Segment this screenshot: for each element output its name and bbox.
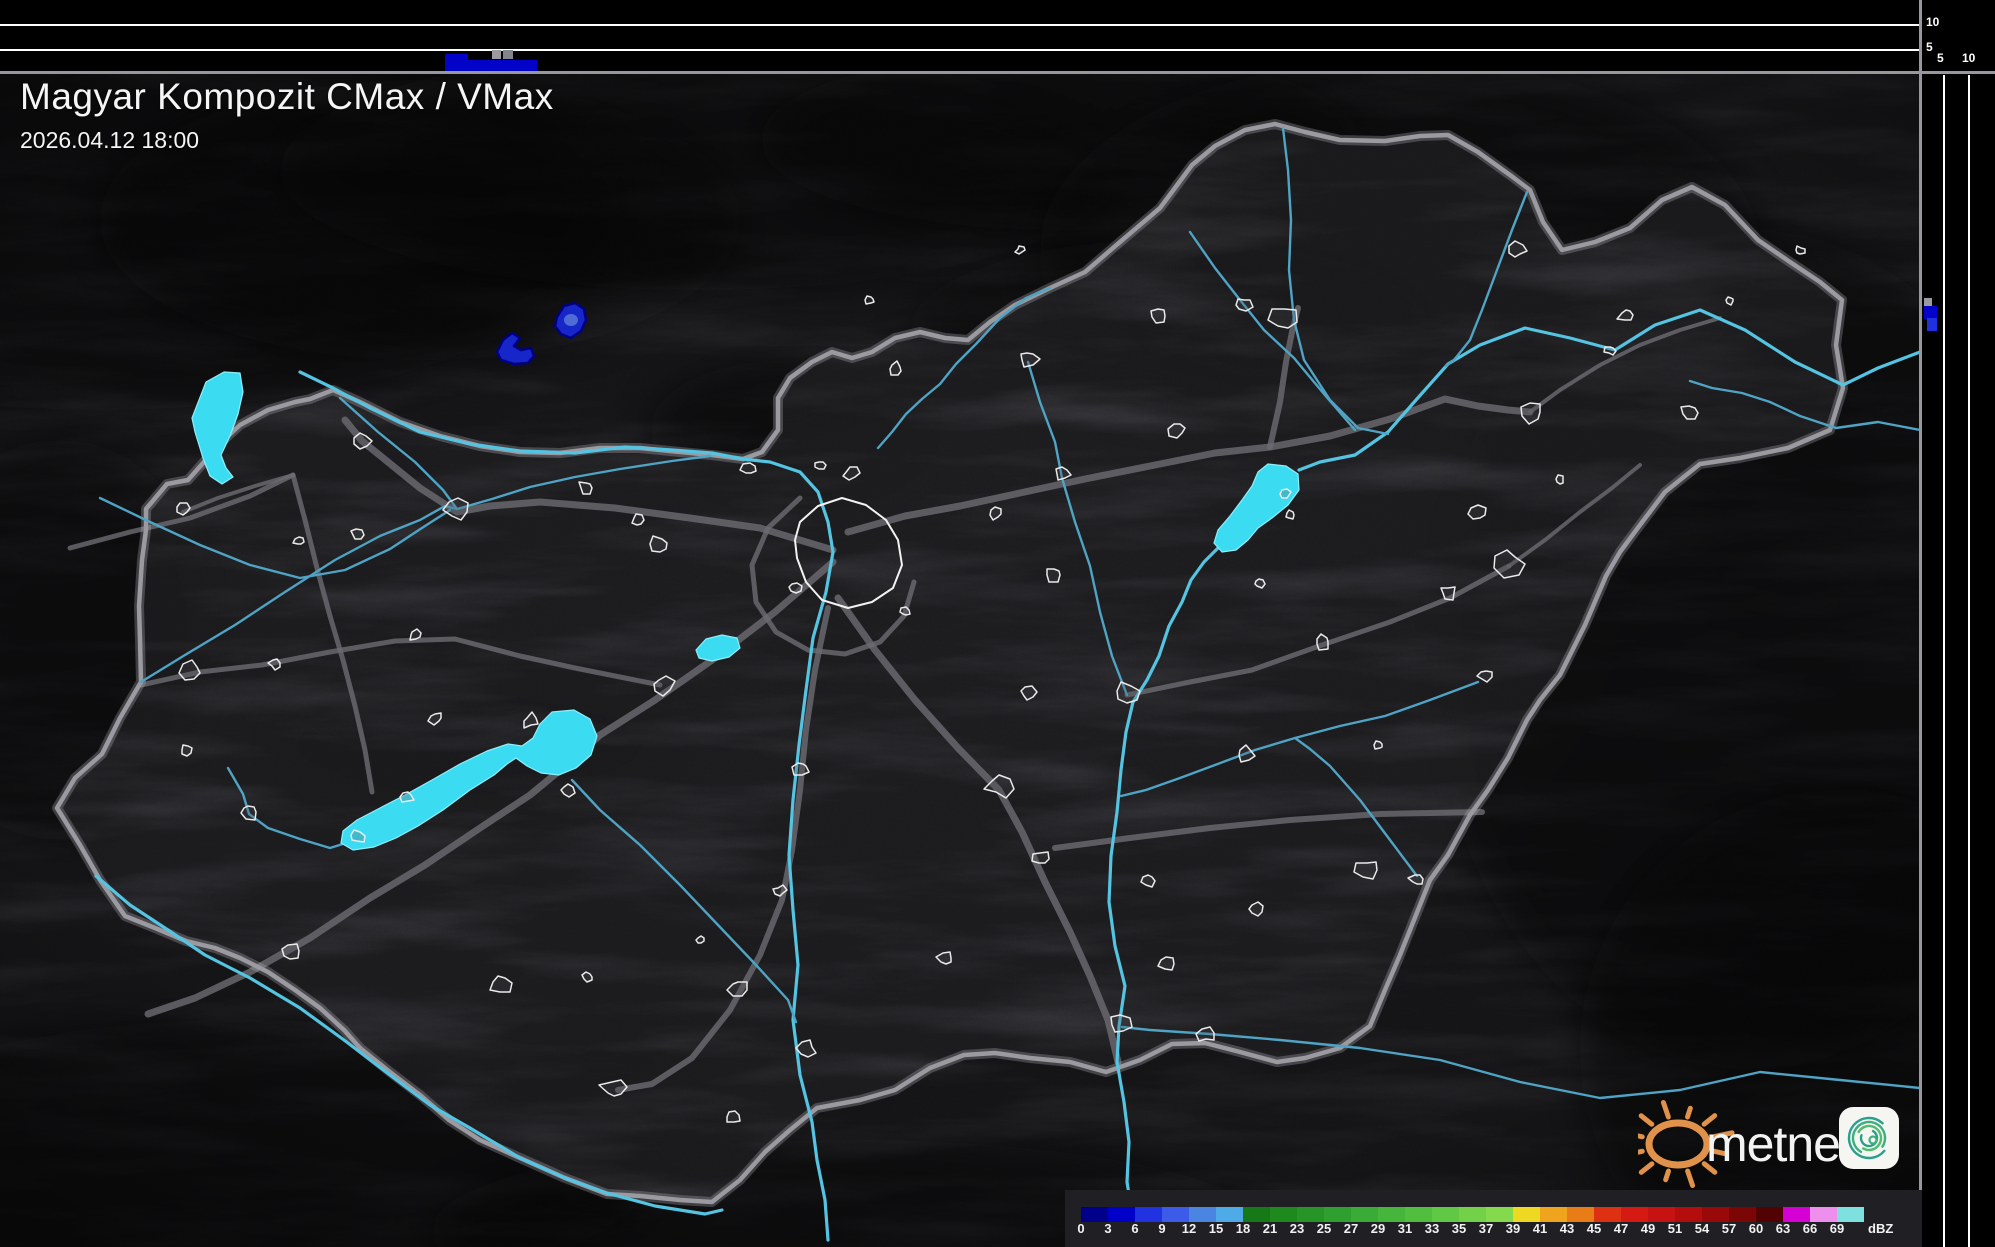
settlement-outline — [740, 463, 756, 473]
colorbar-cell — [1783, 1207, 1810, 1222]
colorbar-cell — [1162, 1207, 1189, 1222]
settlement-outline — [815, 462, 826, 469]
colorbar-tick-label: 54 — [1695, 1221, 1709, 1236]
colorbar-cell — [1189, 1207, 1216, 1222]
colorbar-tick-label: 12 — [1182, 1221, 1196, 1236]
top-axis-gridline — [0, 24, 1920, 26]
colorbar-tick-label: 15 — [1209, 1221, 1223, 1236]
colorbar-tick-label: 49 — [1641, 1221, 1655, 1236]
top-profile-strip — [0, 0, 1920, 72]
settlement-outline — [1047, 569, 1060, 582]
right-strip-echo — [1924, 298, 1932, 306]
colorbar-cell — [1432, 1207, 1459, 1222]
colorbar-tick-label: 69 — [1830, 1221, 1844, 1236]
settlement-outline — [1286, 510, 1294, 519]
title-block: Magyar Kompozit CMax / VMax 2026.04.12 1… — [20, 76, 554, 154]
logo-wordmark: metnet — [1706, 1116, 1854, 1172]
colorbar-tick-label: 27 — [1344, 1221, 1358, 1236]
right-axis-tick-label: 10 — [1962, 52, 1975, 64]
colorbar-cell — [1297, 1207, 1324, 1222]
colorbar-cell — [1216, 1207, 1243, 1222]
colorbar-cell — [1243, 1207, 1270, 1222]
top-strip-echo — [492, 50, 501, 59]
colorbar-cell — [1810, 1207, 1837, 1222]
metnet-logo: metnet — [1638, 1098, 1938, 1190]
colorbar-tick-label: 37 — [1479, 1221, 1493, 1236]
settlement-outline — [789, 583, 802, 593]
colorbar-tick-label: 47 — [1614, 1221, 1628, 1236]
timestamp: 2026.04.12 18:00 — [20, 127, 554, 154]
colorbar-tick-label: 60 — [1749, 1221, 1763, 1236]
vertical-divider — [1919, 0, 1922, 1247]
settlement-outline — [1556, 475, 1563, 484]
colorbar-tick-label: 18 — [1236, 1221, 1250, 1236]
right-strip-echo — [1927, 318, 1937, 331]
colorbar-cell — [1405, 1207, 1432, 1222]
colorbar-tick-label: 41 — [1533, 1221, 1547, 1236]
axis-corner — [1920, 0, 1995, 72]
colorbar-cell — [1513, 1207, 1540, 1222]
top-strip-echo — [445, 54, 468, 71]
colorbar-cell — [1702, 1207, 1729, 1222]
colorbar-tick-label: 3 — [1104, 1221, 1111, 1236]
colorbar-tick-label: 51 — [1668, 1221, 1682, 1236]
top-strip-echo — [503, 50, 513, 59]
colorbar-tick-label: 43 — [1560, 1221, 1574, 1236]
colorbar-cell — [1270, 1207, 1297, 1222]
colorbar-cell — [1486, 1207, 1513, 1222]
top-axis-gridline — [0, 49, 1920, 51]
colorbar-tick-label: 31 — [1398, 1221, 1412, 1236]
colorbar-cell — [1540, 1207, 1567, 1222]
colorbar-tick-label: 6 — [1131, 1221, 1138, 1236]
settlement-outline — [1236, 299, 1253, 311]
colorbar-cell — [1108, 1207, 1135, 1222]
page-title: Magyar Kompozit CMax / VMax — [20, 76, 554, 118]
colorbar-tick-label: 63 — [1776, 1221, 1790, 1236]
colorbar-cell — [1567, 1207, 1594, 1222]
colorbar-tick-label: 25 — [1317, 1221, 1331, 1236]
settlement-outline — [1374, 741, 1382, 749]
colorbar-cell — [1675, 1207, 1702, 1222]
colorbar-cell — [1135, 1207, 1162, 1222]
colorbar-cell — [1459, 1207, 1486, 1222]
colorbar-cell — [1648, 1207, 1675, 1222]
top-axis-tick-label: 10 — [1926, 16, 1939, 28]
colorbar-cell — [1729, 1207, 1756, 1222]
colorbar-cell — [1351, 1207, 1378, 1222]
colorbar-cell — [1378, 1207, 1405, 1222]
colorbar-tick-label: 9 — [1158, 1221, 1165, 1236]
right-profile-strip — [1920, 72, 1995, 1247]
right-axis-gridline — [1968, 75, 1970, 1247]
colorbar-unit: dBZ — [1868, 1221, 1893, 1236]
colorbar-tick-label: 57 — [1722, 1221, 1736, 1236]
app-swirl-icon — [1839, 1107, 1899, 1169]
settlement-outline — [1032, 852, 1049, 863]
radar-screen: Magyar Kompozit CMax / VMax 2026.04.12 1… — [0, 0, 1995, 1247]
right-axis-tick-label: 5 — [1937, 52, 1944, 64]
colorbar-tick-label: 23 — [1290, 1221, 1304, 1236]
colorbar-cell — [1837, 1207, 1864, 1222]
colorbar-tick-label: 29 — [1371, 1221, 1385, 1236]
colorbar-cell — [1756, 1207, 1783, 1222]
horizontal-divider — [0, 71, 1995, 74]
dbz-colorbar: 0369121518212325272931333537394143454749… — [1065, 1190, 1922, 1247]
right-axis-gridline — [1943, 75, 1945, 1247]
radar-map — [0, 73, 1920, 1247]
colorbar-tick-label: 39 — [1506, 1221, 1520, 1236]
colorbar-tick-label: 21 — [1263, 1221, 1277, 1236]
colorbar-tick-label: 0 — [1077, 1221, 1084, 1236]
colorbar-tick-label: 35 — [1452, 1221, 1466, 1236]
colorbar-cell — [1594, 1207, 1621, 1222]
colorbar-tick-label: 45 — [1587, 1221, 1601, 1236]
colorbar-tick-label: 33 — [1425, 1221, 1439, 1236]
colorbar-cell — [1324, 1207, 1351, 1222]
radar-echo-core — [564, 314, 578, 326]
top-strip-echo — [467, 60, 537, 71]
colorbar-cell — [1081, 1207, 1108, 1222]
top-axis-tick-label: 5 — [1926, 41, 1933, 53]
colorbar-tick-label: 66 — [1803, 1221, 1817, 1236]
settlement-outline — [1726, 297, 1733, 305]
colorbar-cell — [1621, 1207, 1648, 1222]
